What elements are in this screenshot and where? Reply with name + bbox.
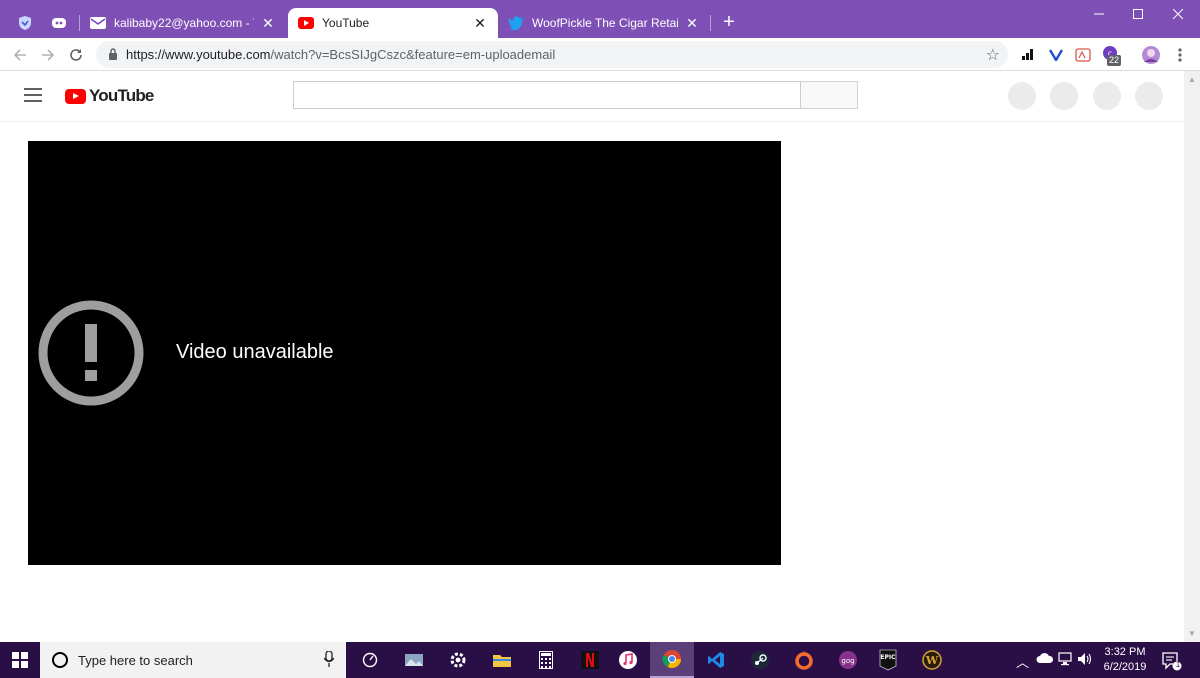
tab-title: kalibaby22@yahoo.com - Yahoo Mail [114, 16, 254, 30]
pinned-tab-vpn[interactable] [8, 8, 42, 38]
action-center-button[interactable]: 1 [1160, 650, 1182, 672]
notifications-icon[interactable] [1093, 82, 1121, 110]
visual-studio-icon[interactable] [694, 642, 738, 678]
settings-icon[interactable] [436, 642, 480, 678]
maximize-button[interactable] [1115, 0, 1160, 28]
url-path: /watch?v=BcsSIJgCszc&feature=em-uploadem… [270, 47, 556, 62]
photos-icon[interactable] [392, 642, 436, 678]
onedrive-cloud-icon[interactable] [1036, 652, 1054, 664]
video-player[interactable]: Video unavailable [28, 141, 781, 565]
create-video-icon[interactable] [1008, 82, 1036, 110]
apps-icon[interactable] [1050, 82, 1078, 110]
url-text: https://www.youtube.com/watch?v=BcsSIJgC… [126, 47, 555, 62]
extension-signal-icon[interactable] [1018, 45, 1038, 65]
page-scrollbar[interactable]: ▲ ▼ [1184, 71, 1200, 642]
account-avatar[interactable] [1135, 82, 1163, 110]
tab-title: WoofPickle The Cigar Retailer on Twitter [532, 16, 678, 30]
notification-count: 1 [1175, 660, 1181, 669]
taskbar-search-box[interactable]: Type here to search [40, 642, 346, 678]
browser-toolbar: https://www.youtube.com/watch?v=BcsSIJgC… [0, 38, 1200, 71]
search-input[interactable] [293, 81, 801, 109]
chrome-menu-icon[interactable] [1170, 45, 1190, 65]
youtube-logo[interactable]: YouTube [65, 86, 154, 106]
close-window-button[interactable] [1155, 0, 1200, 28]
epic-games-icon[interactable]: EPIC [866, 642, 910, 678]
tab-close-button[interactable]: ✕ [472, 15, 488, 31]
taskbar-search-placeholder: Type here to search [78, 653, 193, 668]
browser-tab-strip: kalibaby22@yahoo.com - Yahoo Mail ✕ YouT… [0, 0, 1200, 38]
extension-badge-count: 22 [1107, 55, 1122, 66]
close-icon [1172, 9, 1183, 19]
tab-yahoo-mail[interactable]: kalibaby22@yahoo.com - Yahoo Mail ✕ [80, 8, 286, 38]
origin-icon[interactable] [782, 642, 826, 678]
back-button[interactable] [7, 42, 33, 68]
bookmark-star-icon[interactable]: ☆ [986, 45, 1000, 65]
windows-taskbar: Type here to search gog EPIC W ︿ 3:32 PM… [0, 642, 1200, 678]
tab-close-button[interactable]: ✕ [684, 15, 700, 31]
tab-title: YouTube [322, 16, 370, 30]
minimize-icon [1093, 13, 1104, 15]
network-icon[interactable] [1058, 652, 1072, 666]
windows-logo-icon [12, 652, 28, 668]
chrome-icon[interactable] [650, 642, 694, 678]
search-button[interactable] [801, 81, 858, 109]
maximize-icon [1132, 9, 1143, 19]
extension-translate-icon[interactable] [1073, 45, 1093, 65]
reload-icon [70, 49, 82, 61]
youtube-icon [298, 15, 314, 31]
tab-close-button[interactable]: ✕ [260, 15, 276, 31]
forward-button[interactable] [35, 42, 61, 68]
start-button[interactable] [0, 642, 40, 678]
address-bar[interactable]: https://www.youtube.com/watch?v=BcsSIJgC… [96, 41, 1008, 68]
cortana-circle-icon [52, 652, 68, 668]
taskbar-clock[interactable]: 3:32 PM 6/2/2019 [1098, 645, 1152, 675]
task-view-icon[interactable] [348, 642, 392, 678]
clock-date: 6/2/2019 [1103, 661, 1147, 673]
pinned-tab-discord[interactable] [42, 8, 76, 38]
scroll-up-icon[interactable]: ▲ [1188, 75, 1196, 84]
video-unavailable-message: Video unavailable [176, 341, 334, 363]
alert-circle-icon [38, 300, 144, 406]
itunes-icon[interactable] [606, 642, 650, 678]
extension-badge-icon[interactable]: c 22 [1101, 45, 1122, 66]
youtube-header: YouTube [0, 72, 1184, 122]
svg-text:EPIC: EPIC [880, 654, 896, 661]
youtube-play-icon [65, 88, 86, 104]
clock-time: 3:32 PM [1104, 646, 1146, 658]
gog-galaxy-icon[interactable]: gog [826, 642, 870, 678]
scroll-down-icon[interactable]: ▼ [1188, 629, 1196, 638]
tab-youtube[interactable]: YouTube ✕ [288, 8, 498, 38]
twitter-icon [508, 15, 524, 31]
profile-avatar[interactable] [1141, 45, 1161, 65]
calculator-icon[interactable] [524, 642, 568, 678]
lock-icon [109, 48, 117, 60]
world-of-warcraft-icon[interactable]: W [910, 642, 954, 678]
vpn-shield-icon [19, 16, 31, 30]
volume-icon[interactable] [1077, 652, 1093, 666]
yahoo-mail-icon [90, 15, 106, 31]
svg-text:W: W [925, 654, 939, 667]
tab-twitter[interactable]: WoofPickle The Cigar Retailer on Twitter… [498, 8, 710, 38]
steam-icon[interactable] [738, 642, 782, 678]
show-hidden-icons-icon[interactable]: ︿ [1016, 652, 1029, 671]
new-tab-button[interactable]: + [717, 11, 741, 35]
menu-icon[interactable] [24, 88, 42, 102]
url-host: https://www.youtube.com [126, 47, 271, 62]
arrow-left-icon [13, 49, 26, 61]
svg-text:gog: gog [841, 657, 854, 665]
discord-icon [52, 18, 66, 28]
tab-separator [710, 15, 711, 31]
extension-v-icon[interactable] [1046, 45, 1066, 65]
file-explorer-icon[interactable] [480, 642, 524, 678]
youtube-logo-text: YouTube [89, 86, 154, 105]
reload-button[interactable] [63, 42, 89, 68]
arrow-right-icon [42, 49, 55, 61]
microphone-icon[interactable] [324, 651, 334, 667]
